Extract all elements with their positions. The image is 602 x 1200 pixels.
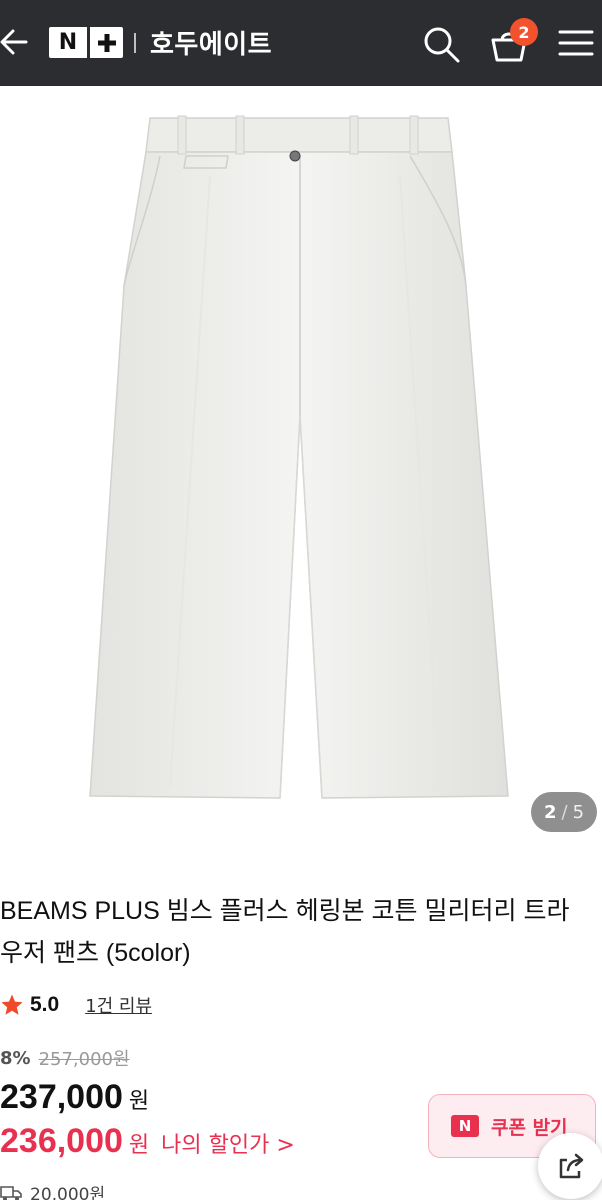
pager-separator: / (561, 801, 568, 823)
image-pager: 2 / 5 (531, 792, 597, 832)
star-icon (1, 994, 23, 1015)
sale-price-unit: 원 (128, 1089, 150, 1114)
coupon-n-badge: N (451, 1115, 479, 1137)
my-price-row[interactable]: 236,000 원 나의 할인가 > (0, 1122, 295, 1161)
sale-price: 237,000 (0, 1078, 123, 1116)
rating-row: 5.0 1건 리뷰 (0, 990, 152, 1020)
truck-icon (0, 1185, 22, 1200)
shipping-row: 20,000원 (0, 1180, 105, 1200)
back-arrow-icon[interactable] (0, 24, 32, 60)
share-icon (559, 1153, 584, 1179)
pants-illustration (89, 115, 509, 799)
plus-icon (90, 32, 123, 54)
store-name[interactable]: 호두에이트 (150, 24, 272, 61)
original-price: 257,000원 (38, 1049, 130, 1070)
product-image[interactable] (0, 86, 602, 856)
naver-plus-logo[interactable]: N (49, 27, 123, 58)
sale-price-row: 237,000 원 (0, 1078, 149, 1117)
search-icon[interactable] (421, 24, 461, 64)
discount-rate: 8% (0, 1047, 31, 1069)
pager-current: 2 (543, 801, 557, 823)
pager-total: 5 (572, 801, 585, 823)
menu-icon[interactable] (558, 29, 594, 57)
logo-n-text: N (58, 30, 78, 55)
header-divider (134, 33, 136, 53)
rating-score: 5.0 (30, 993, 60, 1016)
top-app-bar: N 호두에이트 2 (0, 0, 602, 86)
original-price-row: 8% 257,000원 (0, 1045, 130, 1071)
product-title: BEAMS PLUS 빔스 플러스 헤링본 코튼 밀리터리 트라우저 팬츠 (5… (0, 897, 570, 967)
cart-count-badge: 2 (510, 18, 538, 46)
review-count-link[interactable]: 1건 리뷰 (85, 992, 152, 1018)
share-button[interactable] (538, 1133, 602, 1199)
my-discount-price: 236,000 (0, 1122, 123, 1160)
shipping-fee: 20,000원 (30, 1185, 106, 1200)
my-price-label[interactable]: 나의 할인가 > (161, 1127, 295, 1159)
my-price-unit: 원 (128, 1133, 150, 1158)
